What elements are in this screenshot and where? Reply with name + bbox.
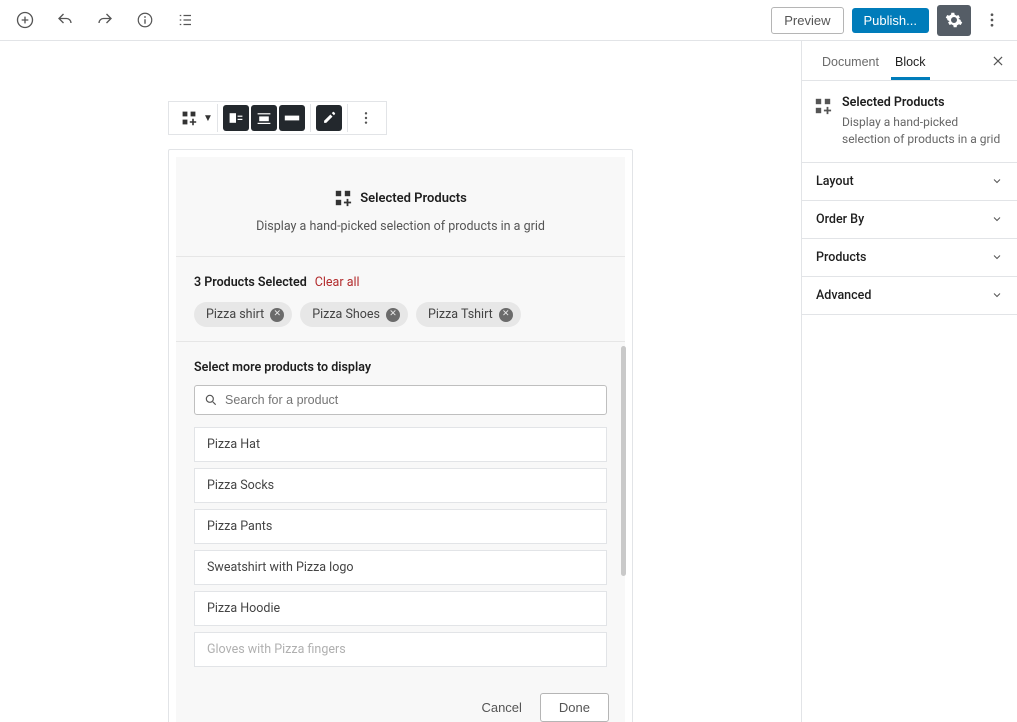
tab-block[interactable]: Block — [887, 43, 934, 79]
undo-button[interactable] — [52, 7, 78, 33]
block-more-button[interactable] — [353, 105, 379, 131]
chip-remove-button[interactable]: ✕ — [386, 308, 400, 322]
panel-label: Order By — [816, 212, 864, 227]
block-title: Selected Products — [360, 191, 467, 206]
product-option[interactable]: Pizza Hoodie — [194, 591, 607, 626]
product-search-input[interactable] — [194, 385, 607, 415]
align-center-icon — [256, 110, 272, 126]
product-option[interactable]: Sweatshirt with Pizza logo — [194, 550, 607, 585]
pencil-icon — [322, 111, 336, 125]
add-block-button[interactable] — [12, 7, 38, 33]
block-header: Selected Products Display a hand-picked … — [176, 157, 625, 257]
panel-layout[interactable]: Layout — [802, 163, 1017, 201]
redo-button[interactable] — [92, 7, 118, 33]
close-icon — [991, 54, 1005, 68]
cancel-button[interactable]: Cancel — [481, 700, 521, 715]
chip-label: Pizza Shoes — [312, 307, 380, 322]
chip-label: Pizza shirt — [206, 307, 264, 322]
product-options-list: Pizza Hat Pizza Socks Pizza Pants Sweats… — [194, 427, 607, 667]
redo-icon — [96, 11, 114, 29]
undo-icon — [56, 11, 74, 29]
top-toolbar-right: Preview Publish... — [771, 5, 1005, 36]
info-circle-icon — [136, 11, 154, 29]
chip-remove-button[interactable]: ✕ — [270, 308, 284, 322]
gear-icon — [945, 11, 963, 29]
chip: Pizza shirt ✕ — [194, 302, 292, 327]
more-menu-button[interactable] — [979, 7, 1005, 33]
block-description: Display a hand-picked selection of produ… — [196, 219, 605, 234]
chevron-down-icon — [991, 289, 1003, 301]
panel-products[interactable]: Products — [802, 239, 1017, 277]
sidebar-block-card: Selected Products Display a hand-picked … — [802, 81, 1017, 163]
align-left-icon — [228, 110, 244, 126]
block-toolbar: ▼ — [168, 101, 387, 135]
product-option[interactable]: Pizza Socks — [194, 468, 607, 503]
product-option[interactable]: Pizza Hat — [194, 427, 607, 462]
chevron-down-icon: ▼ — [203, 113, 213, 124]
more-vertical-icon — [358, 110, 374, 126]
chevron-down-icon — [991, 175, 1003, 187]
chip: Pizza Shoes ✕ — [300, 302, 408, 327]
align-wide-icon — [284, 110, 300, 126]
align-center-button[interactable] — [251, 105, 277, 131]
settings-sidebar: Document Block Selected Products Display… — [801, 41, 1017, 722]
publish-button[interactable]: Publish... — [852, 8, 929, 33]
block-type-button[interactable] — [176, 105, 202, 131]
selected-chips: Pizza shirt ✕ Pizza Shoes ✕ Pizza Tshirt ✕ — [194, 302, 607, 327]
panel-advanced[interactable]: Advanced — [802, 277, 1017, 315]
sidebar-block-description: Display a hand-picked selection of produ… — [842, 114, 1005, 148]
sidebar-block-title: Selected Products — [842, 95, 1005, 110]
selected-count-label: 3 Products Selected — [194, 275, 307, 290]
clear-all-button[interactable]: Clear all — [315, 275, 360, 290]
done-button[interactable]: Done — [540, 693, 609, 722]
content-info-button[interactable] — [132, 7, 158, 33]
chevron-down-icon — [991, 213, 1003, 225]
grid-icon — [334, 189, 352, 207]
selected-products-section: 3 Products Selected Clear all Pizza shir… — [176, 257, 625, 342]
product-option[interactable]: Pizza Pants — [194, 509, 607, 544]
scrollbar[interactable] — [621, 346, 626, 576]
close-sidebar-button[interactable] — [991, 54, 1005, 68]
settings-button[interactable] — [937, 5, 971, 36]
tab-document[interactable]: Document — [814, 43, 887, 79]
chip-label: Pizza Tshirt — [428, 307, 493, 322]
selected-products-block: Selected Products Display a hand-picked … — [168, 149, 633, 722]
align-wide-button[interactable] — [279, 105, 305, 131]
search-icon — [204, 393, 218, 407]
grid-icon — [814, 97, 832, 148]
panel-label: Products — [816, 250, 866, 265]
top-toolbar-left — [12, 7, 198, 33]
product-search-section: Select more products to display Pizza Ha… — [176, 342, 625, 679]
workspace: ▼ — [0, 41, 1017, 722]
panel-label: Layout — [816, 174, 854, 189]
outline-button[interactable] — [172, 7, 198, 33]
search-label: Select more products to display — [194, 360, 607, 375]
editor-canvas: ▼ — [0, 41, 801, 722]
product-option[interactable]: Gloves with Pizza fingers — [194, 632, 607, 667]
edit-button[interactable] — [316, 105, 342, 131]
chip-remove-button[interactable]: ✕ — [499, 308, 513, 322]
panel-label: Advanced — [816, 288, 871, 303]
plus-circle-icon — [15, 10, 35, 30]
panel-order-by[interactable]: Order By — [802, 201, 1017, 239]
grid-icon — [181, 110, 197, 126]
block-footer-actions: Cancel Done — [176, 679, 625, 722]
chevron-down-icon — [991, 251, 1003, 263]
chip: Pizza Tshirt ✕ — [416, 302, 521, 327]
align-left-button[interactable] — [223, 105, 249, 131]
more-vertical-icon — [983, 11, 1001, 29]
preview-button[interactable]: Preview — [771, 7, 843, 34]
sidebar-tabs: Document Block — [802, 41, 1017, 81]
top-toolbar: Preview Publish... — [0, 0, 1017, 41]
list-icon — [176, 11, 194, 29]
